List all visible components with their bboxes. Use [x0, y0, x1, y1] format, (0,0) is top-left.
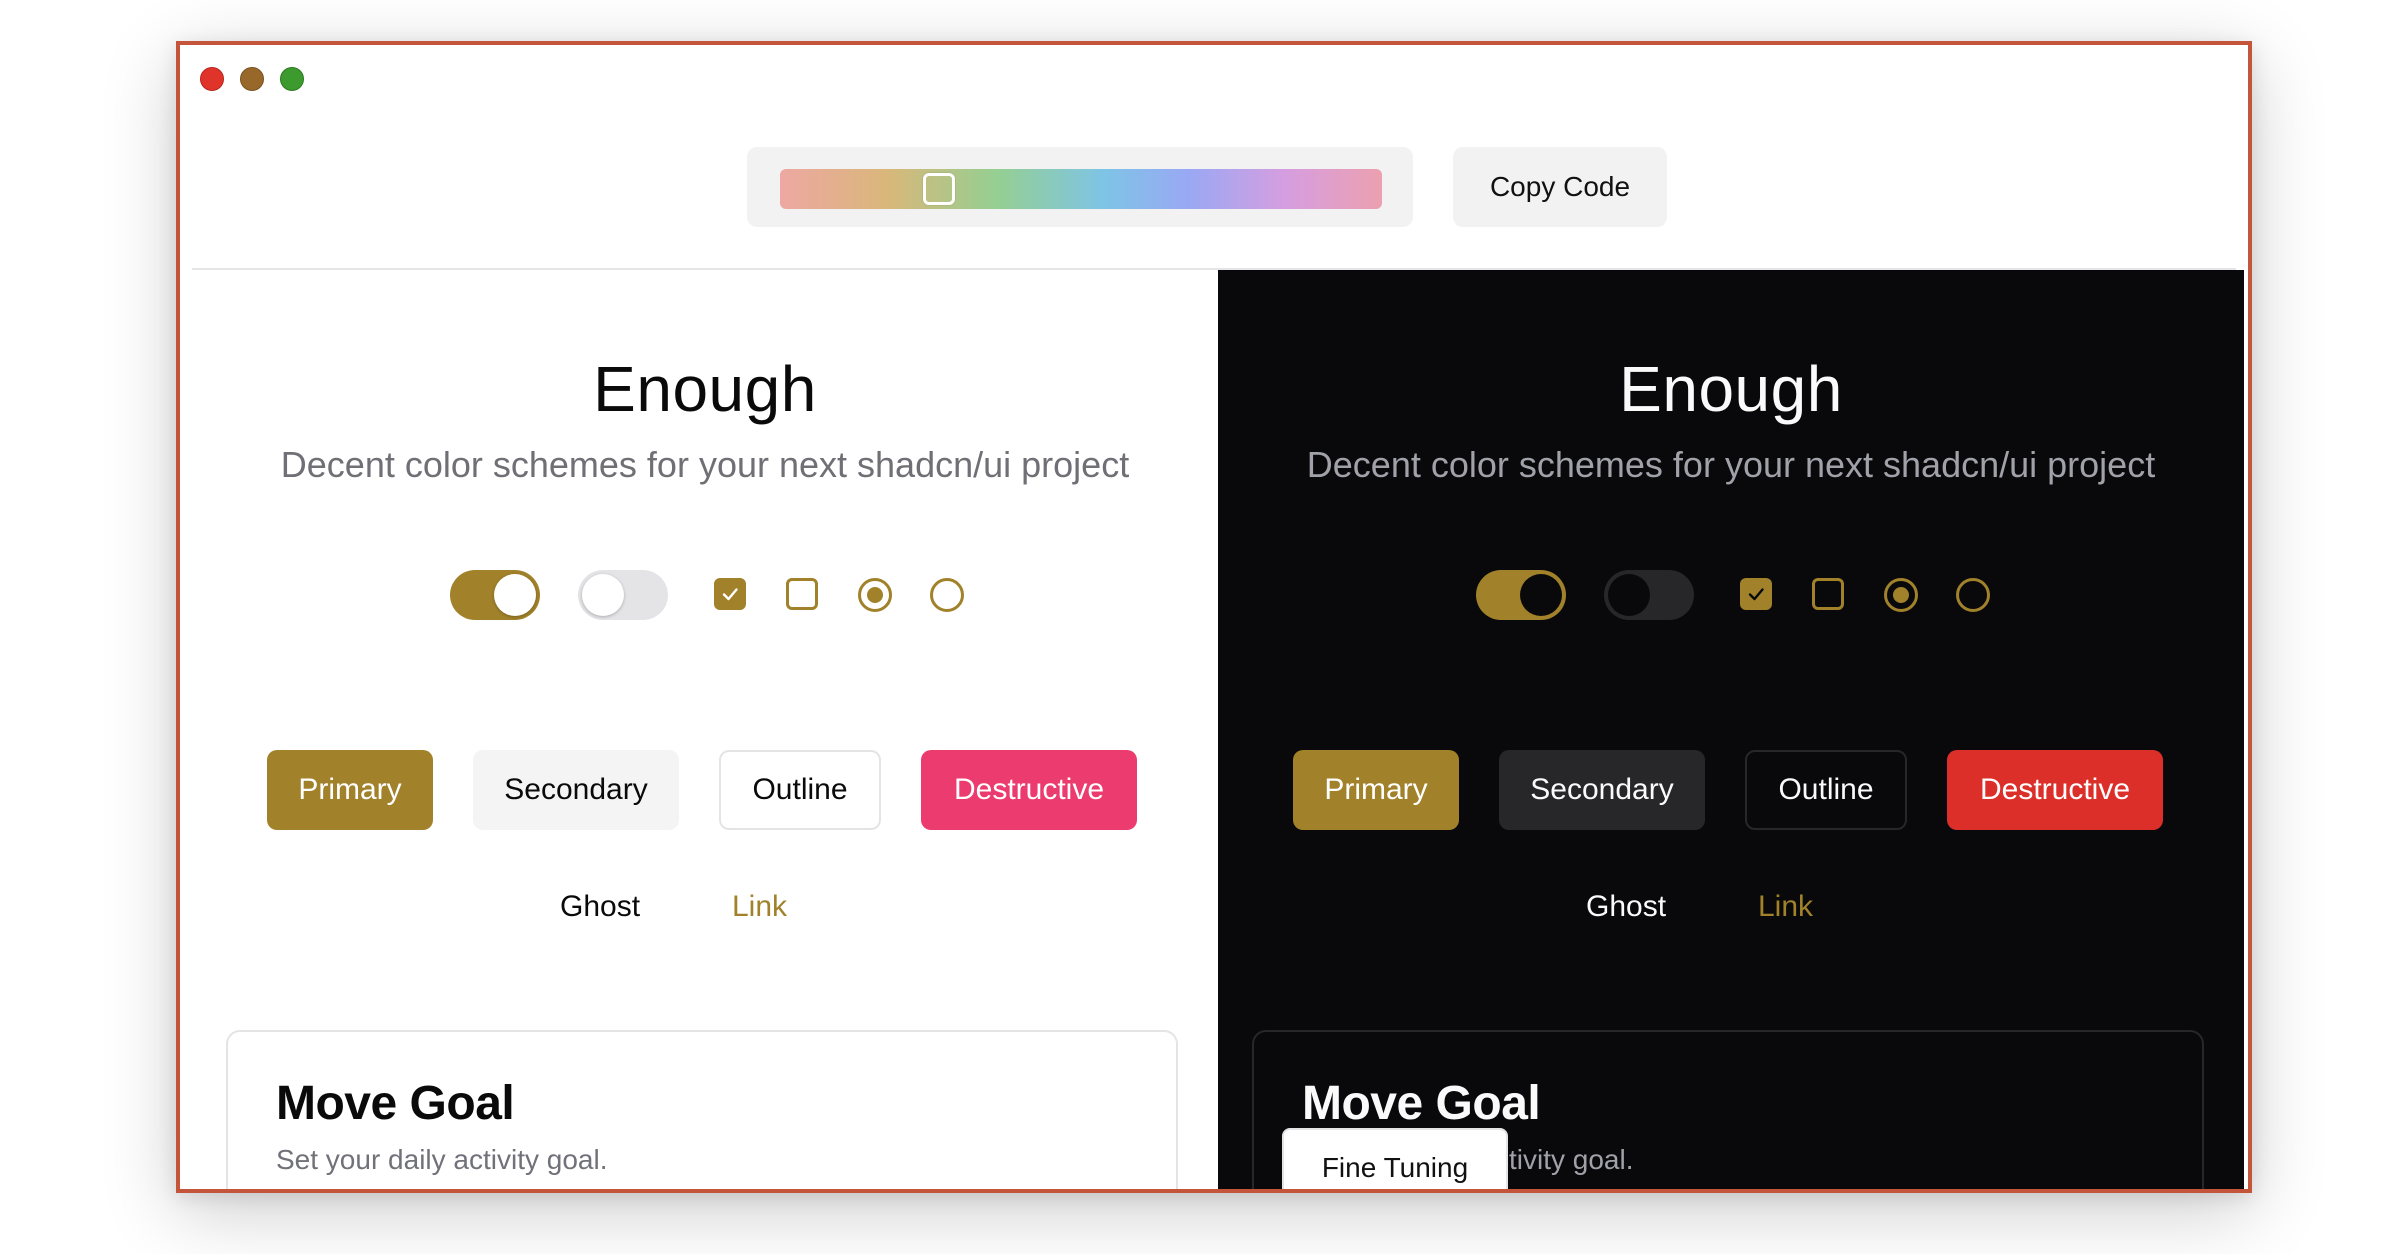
hue-slider-thumb[interactable]: [923, 173, 955, 205]
checkbox-unchecked[interactable]: [786, 578, 818, 610]
card-title: Move Goal: [276, 1077, 515, 1130]
maximize-window-button[interactable]: [280, 67, 304, 91]
preview-title: Enough: [593, 353, 817, 425]
close-window-button[interactable]: [200, 67, 224, 91]
dark-theme-preview: Enough Decent color schemes for your nex…: [1218, 270, 2244, 1189]
app-window: Copy Code Enough Decent color schemes fo…: [176, 41, 2252, 1193]
window-controls: [200, 67, 304, 91]
switch-knob: [1608, 574, 1650, 616]
checkbox-checked[interactable]: [714, 578, 746, 610]
destructive-button[interactable]: Destructive: [921, 750, 1137, 830]
checkbox-checked[interactable]: [1740, 578, 1772, 610]
secondary-button[interactable]: Secondary: [1499, 750, 1705, 830]
checkbox-unchecked[interactable]: [1812, 578, 1844, 610]
link-button[interactable]: Link: [732, 890, 787, 924]
toolbar: Copy Code: [180, 147, 2248, 271]
ghost-button[interactable]: Ghost: [1586, 890, 1666, 924]
switch-off[interactable]: [578, 570, 668, 620]
radio-unchecked[interactable]: [1956, 578, 1990, 612]
hue-slider[interactable]: [780, 169, 1382, 209]
switch-on[interactable]: [450, 570, 540, 620]
radio-checked[interactable]: [858, 578, 892, 612]
ghost-button[interactable]: Ghost: [560, 890, 640, 924]
switch-off[interactable]: [1604, 570, 1694, 620]
preview-subtitle: Decent color schemes for your next shadc…: [280, 444, 1130, 485]
check-icon: [722, 588, 738, 601]
destructive-button[interactable]: Destructive: [1947, 750, 2163, 830]
primary-button[interactable]: Primary: [1293, 750, 1459, 830]
primary-button[interactable]: Primary: [267, 750, 433, 830]
switch-on[interactable]: [1476, 570, 1566, 620]
form-controls: [192, 570, 1218, 620]
move-goal-card: Move Goal Set your daily activity goal. …: [226, 1030, 1178, 1189]
switch-knob: [494, 574, 536, 616]
switch-knob: [1520, 574, 1562, 616]
button-row: Primary Secondary Outline Destructive: [1218, 750, 2244, 830]
card-title: Move Goal: [1302, 1077, 1541, 1130]
minimize-window-button[interactable]: [240, 67, 264, 91]
hue-slider-container: [747, 147, 1413, 227]
form-controls: [1218, 570, 2244, 620]
radio-unchecked[interactable]: [930, 578, 964, 612]
ghost-link-row: Ghost Link: [192, 890, 1218, 930]
fine-tuning-button[interactable]: Fine Tuning: [1282, 1128, 1508, 1189]
outline-button[interactable]: Outline: [719, 750, 881, 830]
secondary-button[interactable]: Secondary: [473, 750, 679, 830]
outline-button[interactable]: Outline: [1745, 750, 1907, 830]
ghost-link-row: Ghost Link: [1218, 890, 2244, 930]
preview-title: Enough: [1619, 353, 1843, 425]
switch-knob: [582, 574, 624, 616]
preview-subtitle: Decent color schemes for your next shadc…: [1306, 444, 2156, 485]
link-button[interactable]: Link: [1758, 890, 1813, 924]
copy-code-button[interactable]: Copy Code: [1453, 147, 1667, 227]
button-row: Primary Secondary Outline Destructive: [192, 750, 1218, 830]
radio-checked[interactable]: [1884, 578, 1918, 612]
light-theme-preview: Enough Decent color schemes for your nex…: [192, 270, 1218, 1189]
check-icon: [1748, 588, 1764, 601]
card-description: Set your daily activity goal.: [276, 1144, 608, 1175]
